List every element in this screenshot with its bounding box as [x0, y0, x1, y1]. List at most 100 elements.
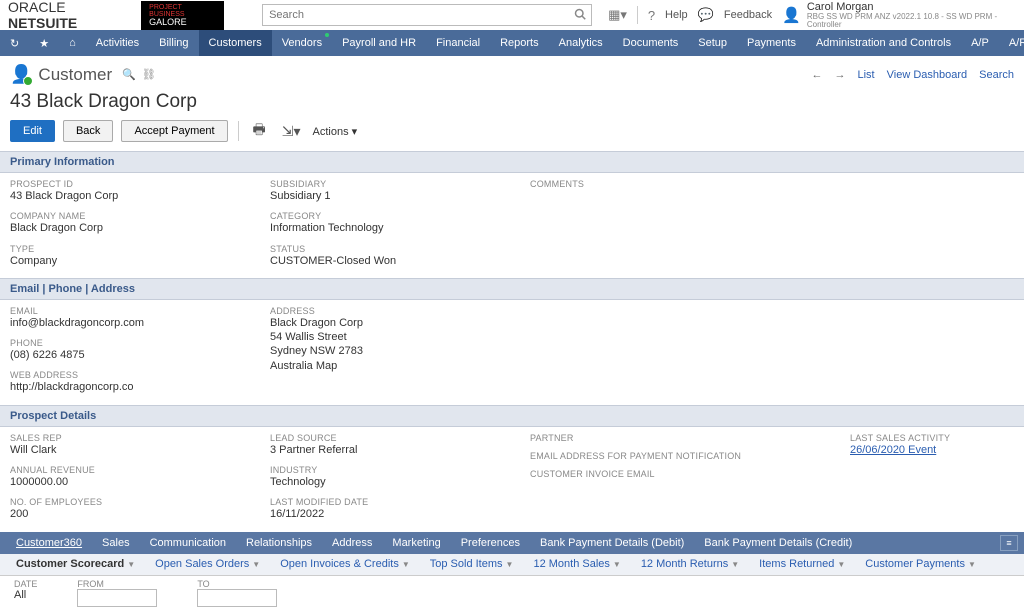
- nav-ar[interactable]: A/R: [999, 30, 1024, 56]
- nav-reports[interactable]: Reports: [490, 30, 549, 56]
- search-small-icon[interactable]: 🔍: [122, 68, 136, 81]
- tab-bank-debit[interactable]: Bank Payment Details (Debit): [530, 532, 694, 554]
- filter-to-label: TO: [197, 579, 277, 589]
- export-icon[interactable]: ⇲▾: [278, 123, 305, 140]
- help-link[interactable]: Help: [665, 9, 688, 21]
- filter-from-input[interactable]: [77, 589, 157, 607]
- company-name-label: COMPANY NAME: [10, 211, 250, 221]
- nav-activities[interactable]: Activities: [86, 30, 149, 56]
- print-icon[interactable]: 🖶: [249, 119, 270, 143]
- contact-fields: EMAILinfo@blackdragoncorp.com PHONE(08) …: [0, 300, 1024, 405]
- edit-button[interactable]: Edit: [10, 120, 55, 142]
- search-link[interactable]: Search: [979, 69, 1014, 81]
- revenue-label: ANNUAL REVENUE: [10, 465, 250, 475]
- view-dashboard-link[interactable]: View Dashboard: [887, 69, 968, 81]
- tab-marketing[interactable]: Marketing: [382, 532, 450, 554]
- web-label: WEB ADDRESS: [10, 370, 250, 380]
- next-record-icon[interactable]: →: [835, 69, 846, 81]
- modified-value: 16/11/2022: [270, 507, 510, 521]
- partner-label: PARTNER: [530, 433, 830, 443]
- filter-to-input[interactable]: [197, 589, 277, 607]
- type-value: Company: [10, 254, 250, 268]
- user-icon: 👤: [782, 6, 801, 24]
- stab-scorecard[interactable]: Customer Scorecard▼: [6, 553, 145, 575]
- filter-from-label: FROM: [77, 579, 157, 589]
- user-role: RBG SS WD PRM ANZ v2022.1 10.8 - SS WD P…: [807, 13, 1016, 29]
- nav-customers[interactable]: Customers: [199, 30, 272, 56]
- feedback-icon[interactable]: 💬: [698, 7, 714, 23]
- status-label: STATUS: [270, 244, 510, 254]
- primary-fields: PROSPECT ID43 Black Dragon Corp COMPANY …: [0, 173, 1024, 278]
- payment-email-label: EMAIL ADDRESS FOR PAYMENT NOTIFICATION: [530, 451, 830, 461]
- page-header: 👤 Customer 🔍 ⛓ ← → List View Dashboard S…: [0, 56, 1024, 89]
- global-search[interactable]: [262, 4, 592, 26]
- nav-billing[interactable]: Billing: [149, 30, 198, 56]
- nav-analytics[interactable]: Analytics: [549, 30, 613, 56]
- phone-label: PHONE: [10, 338, 250, 348]
- nav-vendors[interactable]: Vendors: [272, 30, 332, 56]
- stab-open-invoices[interactable]: Open Invoices & Credits▼: [270, 553, 420, 575]
- stab-12m-sales[interactable]: 12 Month Sales▼: [523, 553, 630, 575]
- star-icon[interactable]: ★: [29, 30, 59, 56]
- prospect-fields: SALES REPWill Clark ANNUAL REVENUE100000…: [0, 427, 1024, 532]
- prospect-id-label: PROSPECT ID: [10, 179, 250, 189]
- category-value: Information Technology: [270, 221, 510, 235]
- nav-financial[interactable]: Financial: [426, 30, 490, 56]
- web-value: http://blackdragoncorp.co: [10, 380, 250, 394]
- brand-logo: ORACLE NETSUITE: [8, 0, 133, 31]
- secondary-tabs: Customer Scorecard▼ Open Sales Orders▼ O…: [0, 554, 1024, 576]
- nav-payments[interactable]: Payments: [737, 30, 806, 56]
- back-button[interactable]: Back: [63, 120, 113, 142]
- status-value: CUSTOMER-Closed Won: [270, 254, 510, 268]
- tab-preferences[interactable]: Preferences: [451, 532, 530, 554]
- apps-icon[interactable]: ▦▾: [608, 7, 627, 23]
- help-icon[interactable]: ?: [648, 8, 655, 23]
- nav-documents[interactable]: Documents: [613, 30, 689, 56]
- type-label: TYPE: [10, 244, 250, 254]
- stab-open-sales[interactable]: Open Sales Orders▼: [145, 553, 270, 575]
- tab-address[interactable]: Address: [322, 532, 382, 554]
- nav-setup[interactable]: Setup: [688, 30, 737, 56]
- lead-source-value: 3 Partner Referral: [270, 443, 510, 457]
- industry-label: INDUSTRY: [270, 465, 510, 475]
- nav-payroll[interactable]: Payroll and HR: [332, 30, 426, 56]
- sales-rep-label: SALES REP: [10, 433, 250, 443]
- chain-icon[interactable]: ⛓: [142, 68, 156, 81]
- tab-communication[interactable]: Communication: [140, 532, 236, 554]
- last-sales-label: LAST SALES ACTIVITY: [850, 433, 1010, 443]
- list-link[interactable]: List: [858, 69, 875, 81]
- user-block[interactable]: 👤 Carol Morgan RBG SS WD PRM ANZ v2022.1…: [782, 1, 1016, 29]
- industry-value: Technology: [270, 475, 510, 489]
- filter-date-value[interactable]: All: [14, 589, 37, 601]
- stab-items-returned[interactable]: Items Returned▼: [749, 553, 855, 575]
- stab-cust-payments[interactable]: Customer Payments▼: [855, 553, 986, 575]
- filter-row: DATE All FROM TO: [0, 576, 1024, 613]
- product-badge: PROJECT BUSINESS GALORE: [141, 1, 224, 30]
- search-input[interactable]: [262, 4, 592, 26]
- email-label: EMAIL: [10, 306, 250, 316]
- search-icon[interactable]: [574, 8, 586, 20]
- recent-icon[interactable]: ↻: [0, 30, 29, 56]
- accept-payment-button[interactable]: Accept Payment: [121, 120, 227, 142]
- tab-customer360[interactable]: Customer360: [6, 532, 92, 554]
- comments-label: COMMENTS: [530, 179, 770, 189]
- customer-entity-icon: 👤: [10, 64, 32, 85]
- home-icon[interactable]: ⌂: [59, 30, 86, 56]
- stab-12m-returns[interactable]: 12 Month Returns▼: [631, 553, 749, 575]
- nav-admin[interactable]: Administration and Controls: [806, 30, 961, 56]
- top-utility: ▦▾ ? Help 💬 Feedback 👤 Carol Morgan RBG …: [608, 1, 1016, 29]
- actions-menu[interactable]: Actions ▾: [313, 125, 358, 138]
- prev-record-icon[interactable]: ←: [812, 69, 823, 81]
- nav-ap[interactable]: A/P: [961, 30, 999, 56]
- tab-bank-credit[interactable]: Bank Payment Details (Credit): [694, 532, 862, 554]
- tab-relationships[interactable]: Relationships: [236, 532, 322, 554]
- expand-icon[interactable]: ≡: [1000, 535, 1018, 551]
- category-label: CATEGORY: [270, 211, 510, 221]
- invoice-email-label: CUSTOMER INVOICE EMAIL: [530, 469, 830, 479]
- tab-sales[interactable]: Sales: [92, 532, 140, 554]
- last-sales-link[interactable]: 26/06/2020 Event: [850, 444, 936, 456]
- feedback-link[interactable]: Feedback: [724, 9, 772, 21]
- stab-top-sold[interactable]: Top Sold Items▼: [420, 553, 524, 575]
- lead-source-label: LEAD SOURCE: [270, 433, 510, 443]
- prospect-id-value: 43 Black Dragon Corp: [10, 189, 250, 203]
